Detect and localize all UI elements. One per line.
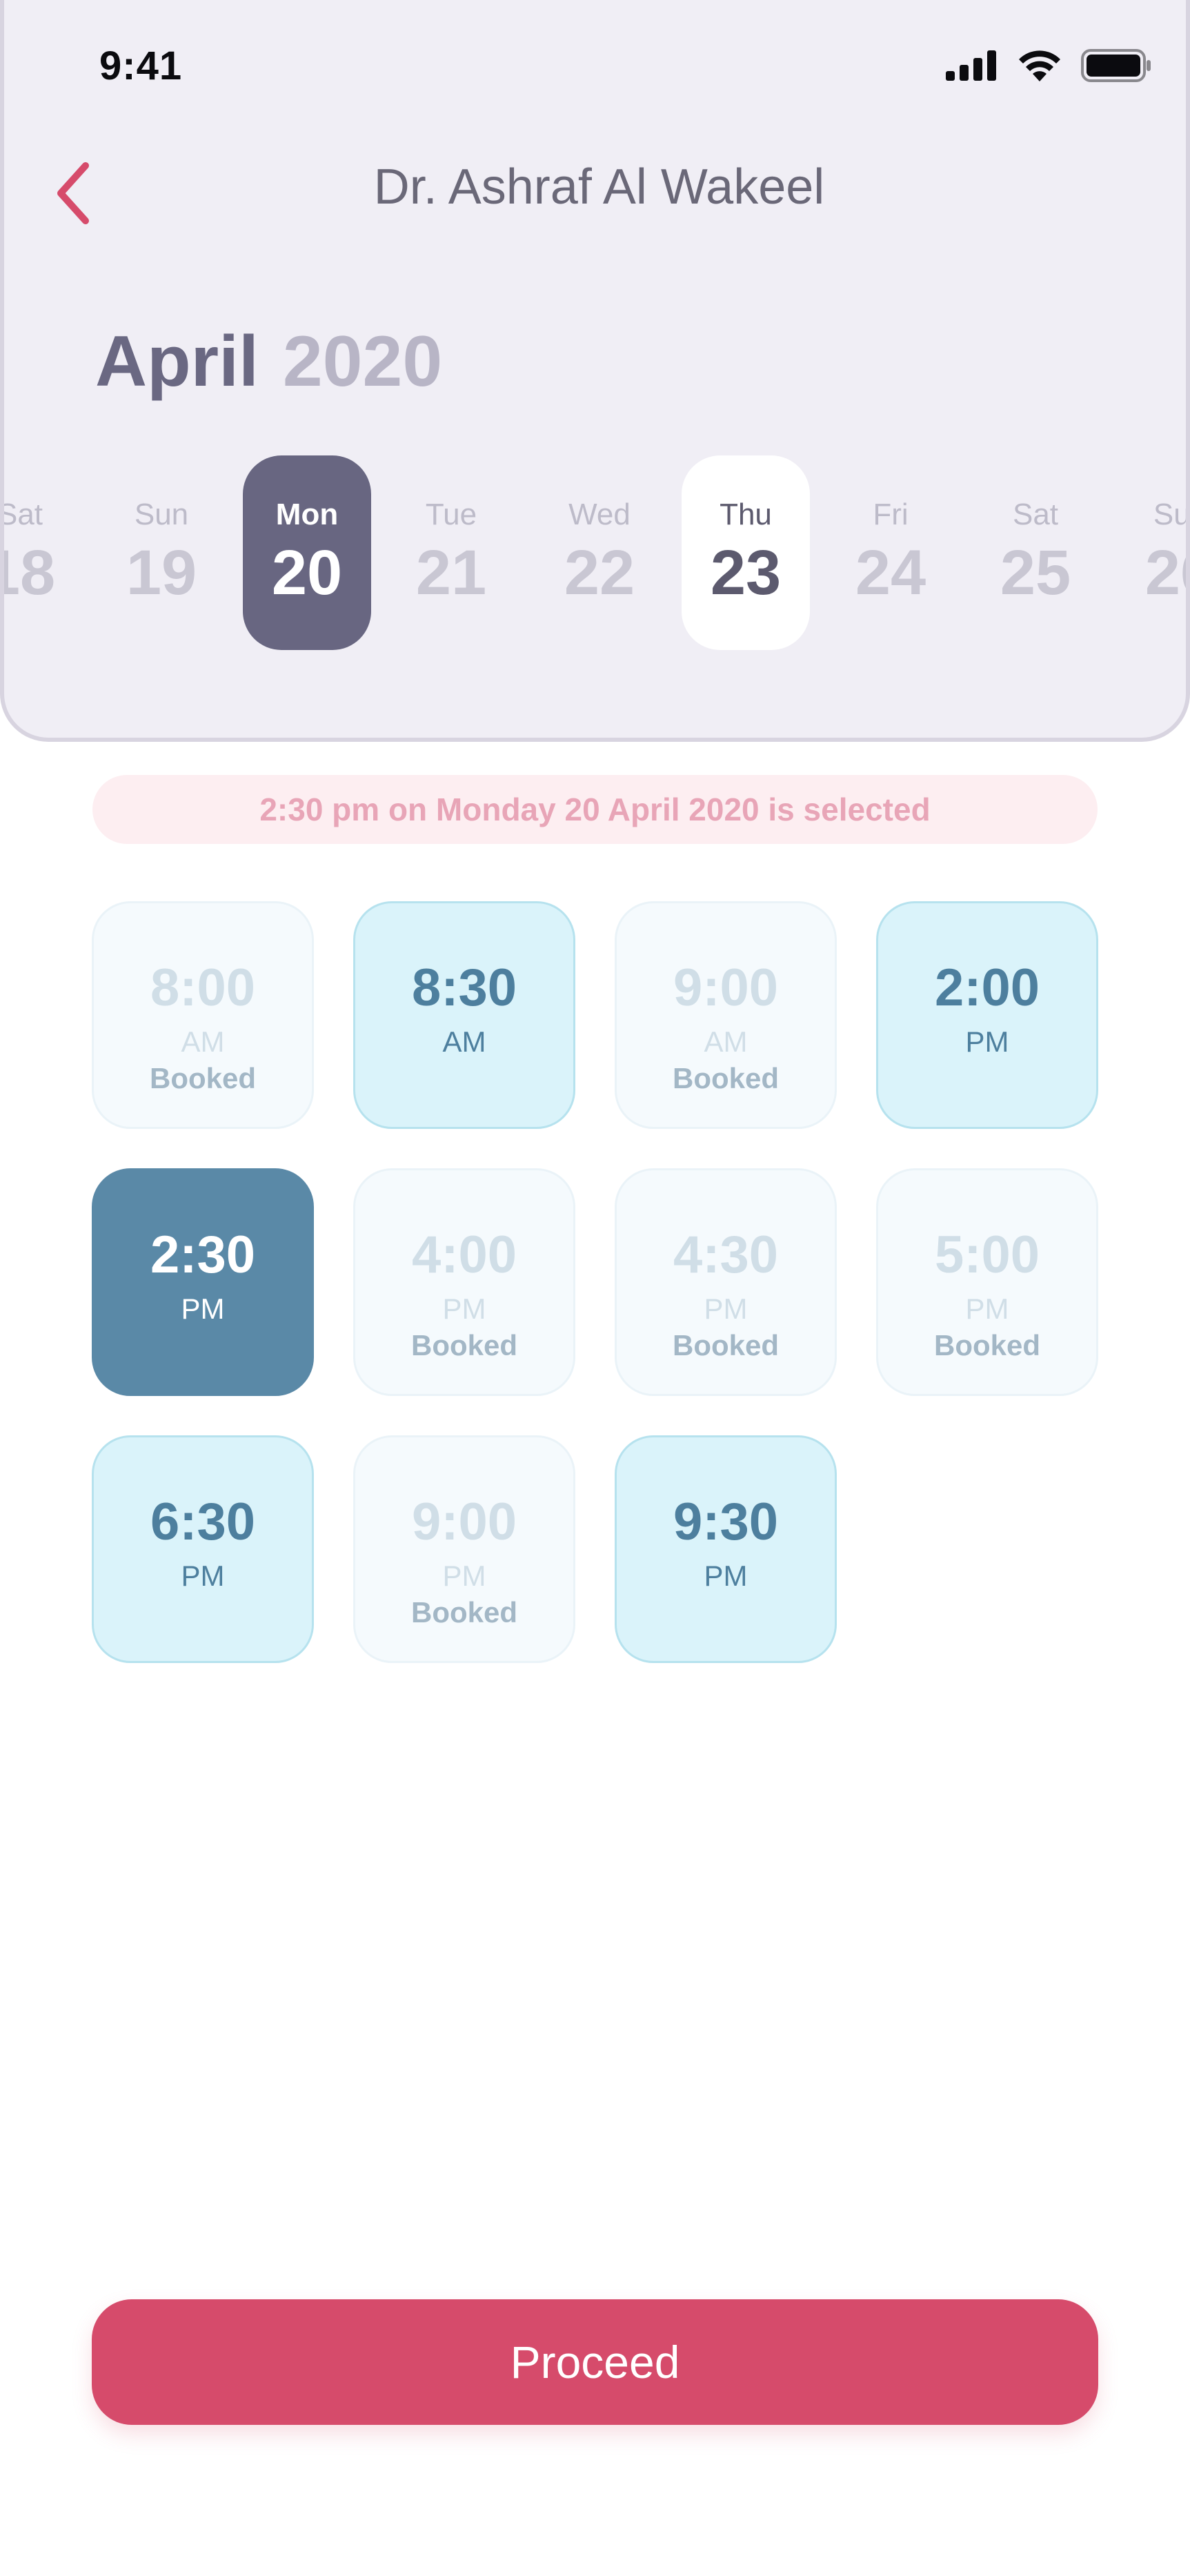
day-item[interactable]: Mon 20	[243, 455, 371, 650]
slot-period: PM	[442, 1560, 486, 1592]
day-number: 18	[4, 538, 56, 608]
slot-period: PM	[965, 1025, 1009, 1058]
year-label: 2020	[282, 322, 443, 402]
slot-status: Booked	[933, 1329, 1040, 1361]
time-slot[interactable]: 8:30 AM	[353, 901, 575, 1129]
day-number: 25	[1000, 538, 1071, 608]
slot-period: AM	[704, 1025, 748, 1058]
time-slot[interactable]: 2:30 PM	[92, 1168, 314, 1396]
day-item[interactable]: Sun 19	[97, 455, 226, 650]
selection-banner: 2:30 pm on Monday 20 April 2020 is selec…	[92, 775, 1098, 844]
slot-time: 4:00	[411, 1226, 517, 1284]
slot-status: Booked	[410, 1596, 517, 1629]
battery-icon	[1081, 49, 1151, 82]
day-number: 23	[710, 538, 782, 608]
slot-period: PM	[442, 1292, 486, 1325]
time-slot[interactable]: 6:30 PM	[92, 1435, 314, 1663]
day-name: Fri	[873, 498, 909, 531]
day-number: 19	[126, 538, 197, 608]
status-bar: 9:41	[4, 0, 1186, 131]
day-item[interactable]: Sat 18	[0, 455, 84, 650]
slot-time: 9:00	[411, 1493, 517, 1551]
slot-period: AM	[181, 1025, 225, 1058]
slot-time: 2:00	[934, 958, 1040, 1017]
slot-time: 6:30	[150, 1493, 256, 1551]
wifi-icon	[1019, 50, 1060, 81]
month-label: April	[95, 322, 259, 402]
time-slot[interactable]: 9:00 AM Booked	[615, 901, 837, 1129]
slot-time: 4:30	[673, 1226, 779, 1284]
booking-screen: 9:41 Dr. Ashraf Al Wakeel April 2020 Sat…	[0, 0, 1190, 2576]
day-name: Mon	[275, 498, 339, 531]
day-item[interactable]: Fri 24	[826, 455, 955, 650]
slot-time: 9:30	[673, 1493, 779, 1551]
slot-period: PM	[181, 1292, 225, 1325]
status-time: 9:41	[99, 43, 183, 88]
day-name: Sun	[1153, 498, 1190, 531]
time-slot[interactable]: 2:00 PM	[876, 901, 1098, 1129]
time-slot[interactable]: 9:00 PM Booked	[353, 1435, 575, 1663]
day-strip[interactable]: Sat 18 Sun 19 Mon 20 Tue 21 Wed 22 Thu 2…	[4, 455, 1190, 650]
slot-status: Booked	[672, 1062, 779, 1094]
slot-time: 8:00	[150, 958, 256, 1017]
time-slot[interactable]: 4:00 PM Booked	[353, 1168, 575, 1396]
day-number: 21	[415, 538, 487, 608]
page-title: Dr. Ashraf Al Wakeel	[373, 159, 825, 215]
day-item[interactable]: Thu 23	[682, 455, 810, 650]
day-name: Sat	[0, 498, 43, 531]
calendar-panel: 9:41 Dr. Ashraf Al Wakeel April 2020 Sat…	[0, 0, 1190, 742]
month-heading: April 2020	[95, 321, 442, 403]
slot-time: 8:30	[411, 958, 517, 1017]
day-name: Sun	[134, 498, 189, 531]
slot-time: 2:30	[150, 1226, 256, 1284]
status-icons	[946, 48, 1153, 83]
time-slot[interactable]: 4:30 PM Booked	[615, 1168, 837, 1396]
slot-period: PM	[704, 1560, 748, 1592]
slot-status: Booked	[410, 1329, 517, 1361]
day-name: Wed	[568, 498, 631, 531]
slot-period: AM	[442, 1025, 486, 1058]
day-name: Tue	[425, 498, 477, 531]
day-name: Thu	[720, 498, 772, 531]
day-item[interactable]: Sun 26	[1116, 455, 1190, 650]
slot-time: 5:00	[934, 1226, 1040, 1284]
slot-time: 9:00	[673, 958, 779, 1017]
day-number: 24	[855, 538, 926, 608]
day-name: Sat	[1012, 498, 1059, 531]
slot-status: Booked	[149, 1062, 256, 1094]
proceed-button[interactable]: Proceed	[92, 2299, 1098, 2425]
slot-period: PM	[704, 1292, 748, 1325]
signal-icon	[946, 50, 996, 81]
day-number: 26	[1144, 538, 1186, 608]
day-item[interactable]: Tue 21	[387, 455, 515, 650]
slot-period: PM	[181, 1560, 225, 1592]
day-item[interactable]: Wed 22	[535, 455, 664, 650]
time-slot[interactable]: 9:30 PM	[615, 1435, 837, 1663]
slot-period: PM	[965, 1292, 1009, 1325]
day-number: 20	[271, 538, 343, 608]
day-item[interactable]: Sat 25	[971, 455, 1100, 650]
time-slot[interactable]: 8:00 AM Booked	[92, 901, 314, 1129]
time-slot[interactable]: 5:00 PM Booked	[876, 1168, 1098, 1396]
slot-status: Booked	[672, 1329, 779, 1361]
day-number: 22	[564, 538, 635, 608]
